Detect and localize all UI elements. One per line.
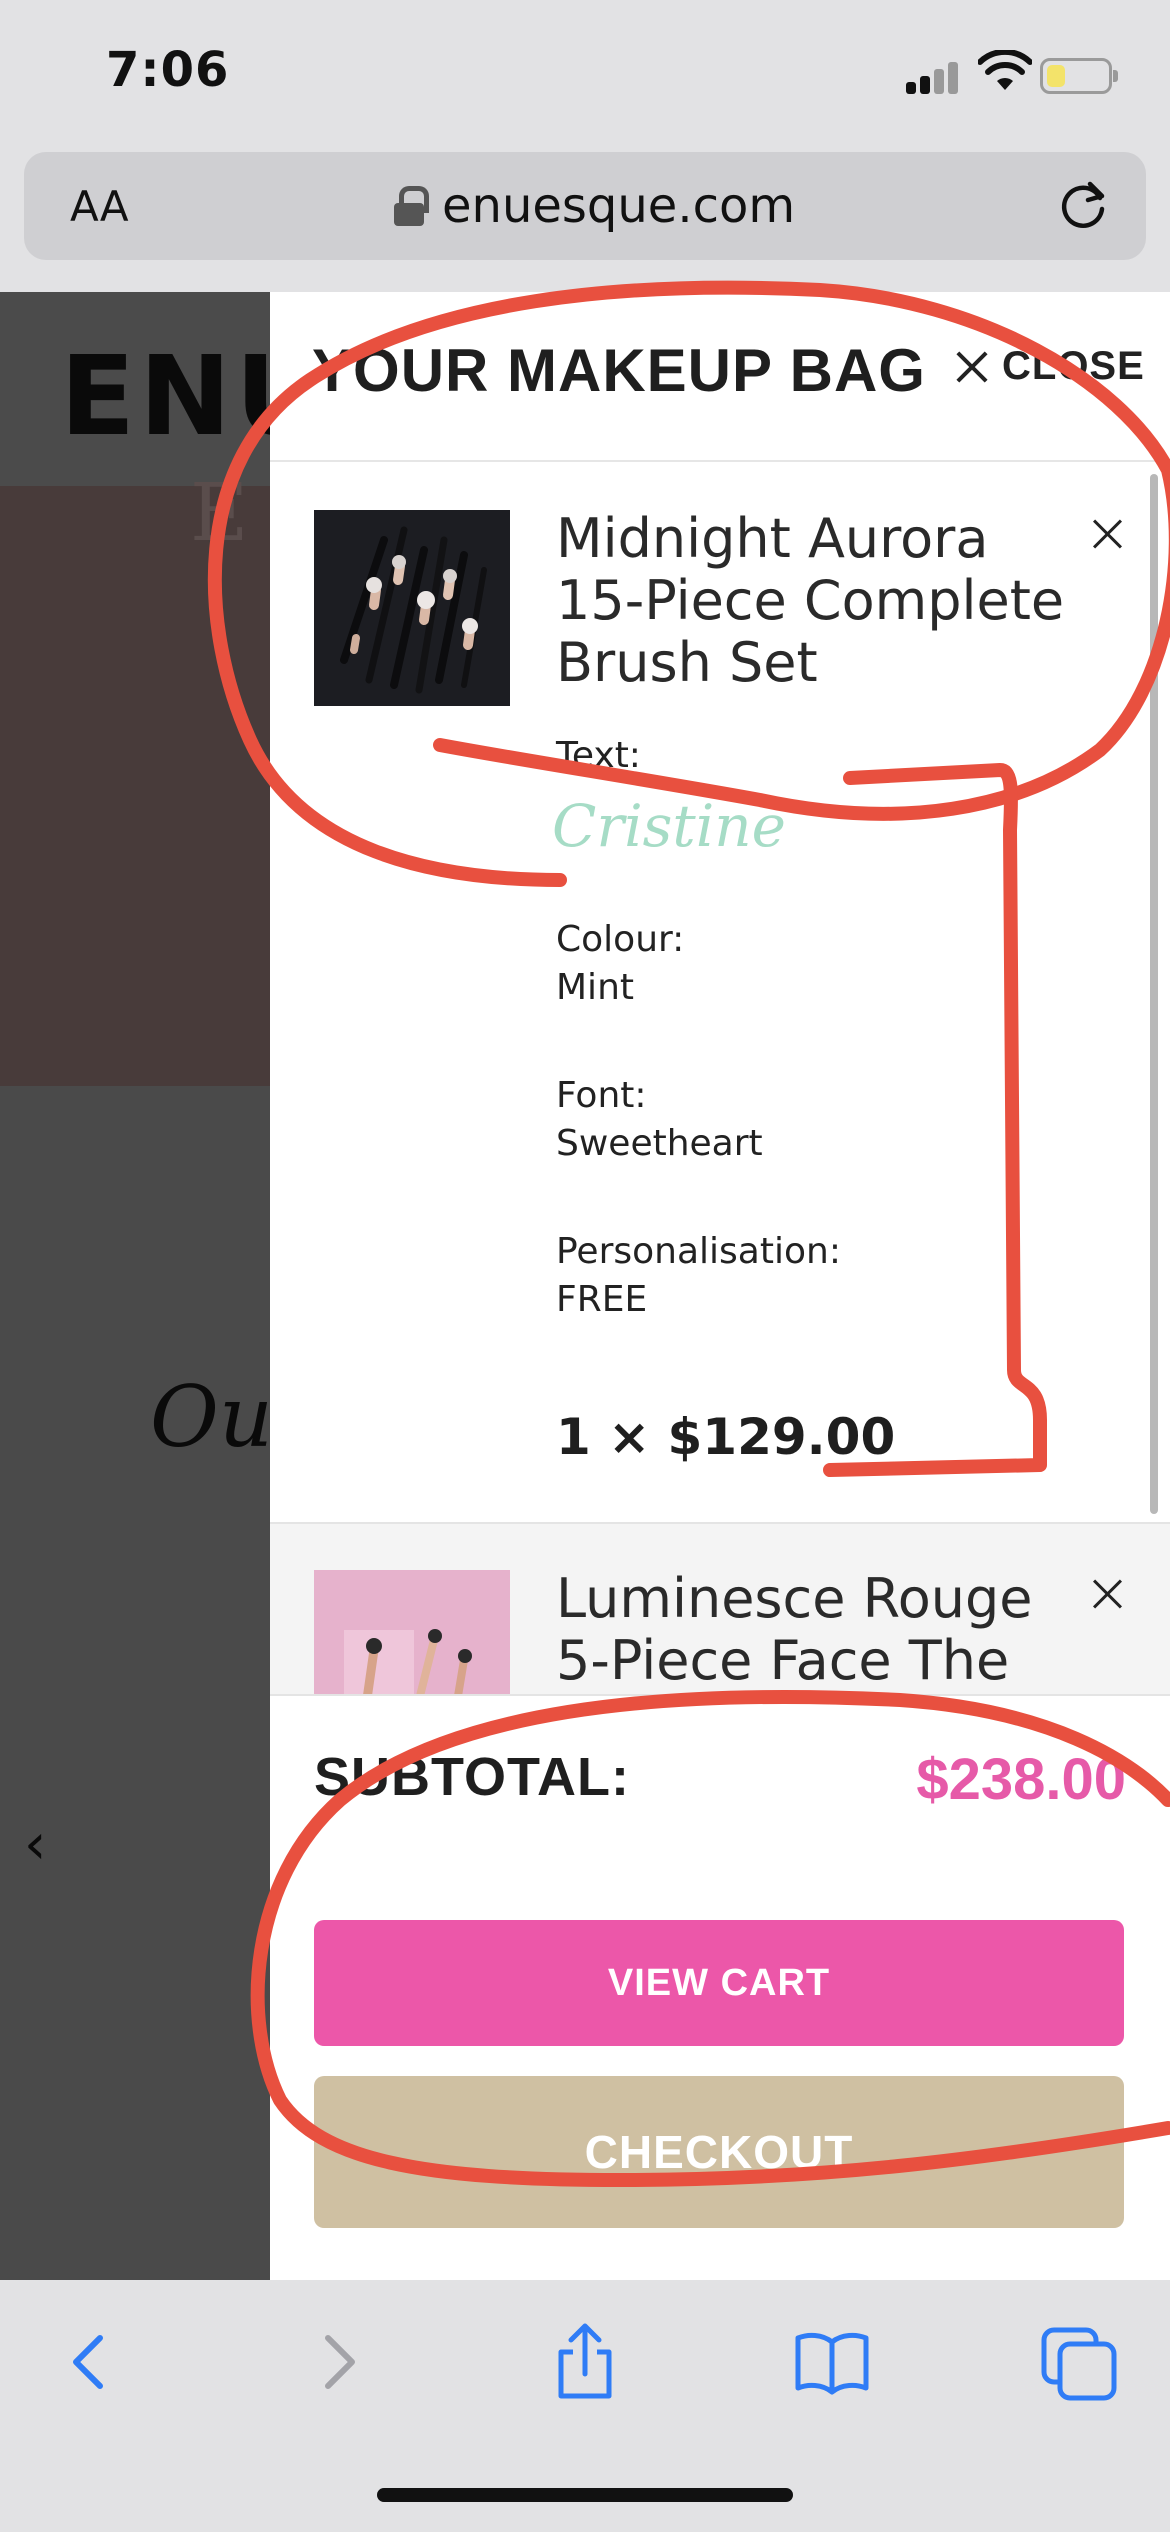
option-personalisation-label: Personalisation: xyxy=(556,1231,841,1272)
option-colour-value: Mint xyxy=(556,967,634,1008)
cart-header: YOUR MAKEUP BAG CLOSE xyxy=(270,292,1170,462)
option-colour-label: Colour: xyxy=(556,919,685,960)
cart-item: Midnight Aurora 15-Piece Complete Brush … xyxy=(270,464,1170,1520)
quantity-price: 1 × $129.00 xyxy=(556,1408,896,1466)
option-text-label: Text: xyxy=(556,735,641,776)
option-personalisation-value: FREE xyxy=(556,1279,648,1320)
option-text-value: Cristine xyxy=(552,792,786,860)
view-cart-button[interactable]: VIEW CART xyxy=(314,1920,1124,2046)
subtotal-value: $238.00 xyxy=(916,1747,1126,1812)
option-font-value: Sweetheart xyxy=(556,1123,763,1164)
carousel-prev-icon[interactable]: ‹ xyxy=(24,1812,46,1877)
option-font-label: Font: xyxy=(556,1075,647,1116)
forward-icon[interactable] xyxy=(300,2322,380,2402)
cart-drawer: YOUR MAKEUP BAG CLOSE Midnight Aurora 15… xyxy=(270,292,1170,2280)
close-label: CLOSE xyxy=(1002,344,1145,388)
close-x-icon xyxy=(954,350,988,384)
cart-footer: SUBTOTAL: $238.00 VIEW CART CHECKOUT xyxy=(270,1694,1170,2280)
reload-icon[interactable] xyxy=(1054,176,1112,234)
status-time: 7:06 xyxy=(106,42,230,98)
home-indicator xyxy=(377,2488,793,2502)
checkout-button[interactable]: CHECKOUT xyxy=(314,2076,1124,2228)
brush-set-illustration xyxy=(340,526,487,694)
cellular-signal-icon xyxy=(906,62,962,94)
hero-ghost-text: E xyxy=(190,466,249,559)
product-image[interactable] xyxy=(314,510,510,706)
rouge-set-illustration xyxy=(314,1570,510,1694)
share-icon[interactable] xyxy=(545,2322,625,2402)
url-text: enuesque.com xyxy=(442,178,796,234)
url-field[interactable]: enuesque.com xyxy=(394,178,795,234)
text-size-button[interactable]: AA xyxy=(70,182,129,231)
close-cart-button[interactable]: CLOSE xyxy=(954,344,1145,389)
status-bar: 7:06 xyxy=(0,0,1170,150)
product-name[interactable]: Midnight Aurora 15-Piece Complete Brush … xyxy=(556,508,1076,694)
battery-icon xyxy=(1040,58,1118,94)
subtotal-label: SUBTOTAL: xyxy=(314,1747,630,1807)
cart-items-list[interactable]: Midnight Aurora 15-Piece Complete Brush … xyxy=(270,464,1170,1694)
bookmarks-icon[interactable] xyxy=(792,2322,872,2402)
cart-title: YOUR MAKEUP BAG xyxy=(312,337,926,404)
back-icon[interactable] xyxy=(48,2322,128,2402)
cart-item: Luminesce Rouge 5-Piece Face The xyxy=(270,1522,1170,1694)
product-name[interactable]: Luminesce Rouge 5-Piece Face The xyxy=(556,1568,1076,1692)
remove-item-icon[interactable] xyxy=(1092,518,1124,550)
product-image[interactable] xyxy=(314,1570,510,1694)
address-bar[interactable]: AA enuesque.com xyxy=(24,152,1146,260)
lock-icon xyxy=(394,186,429,226)
site-heading: Ou xyxy=(150,1368,273,1466)
cart-scrollbar[interactable] xyxy=(1150,474,1158,1514)
tabs-icon[interactable] xyxy=(1040,2322,1120,2402)
wifi-icon xyxy=(978,50,1032,90)
remove-item-icon[interactable] xyxy=(1092,1578,1124,1610)
